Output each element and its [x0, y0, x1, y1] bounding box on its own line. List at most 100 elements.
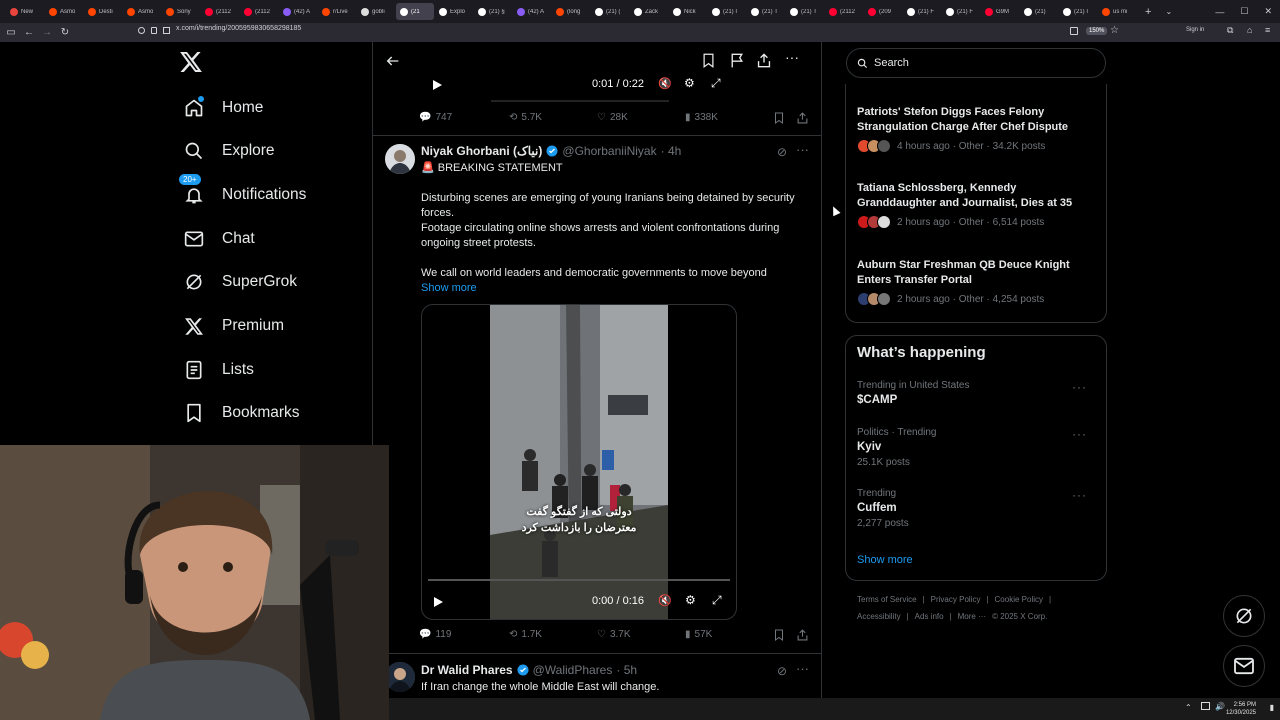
browser-tab[interactable]: (21: [396, 3, 434, 20]
x-logo-icon[interactable]: [180, 52, 202, 72]
author-name[interactable]: Dr Walid Phares: [421, 663, 513, 677]
new-tab-icon[interactable]: +: [1145, 6, 1151, 18]
reader-view-icon[interactable]: [1070, 27, 1078, 35]
avatar[interactable]: [385, 662, 415, 692]
news-item[interactable]: Auburn Star Freshman QB Deuce Knight Ent…: [857, 258, 1097, 306]
nav-item-explore[interactable]: Explore: [176, 131, 279, 171]
more-icon[interactable]: ···: [796, 661, 809, 676]
bookmark-post-button[interactable]: [774, 629, 784, 641]
footer-link-more[interactable]: More ···: [958, 612, 986, 621]
author-handle[interactable]: @WalidPhares: [533, 663, 613, 677]
minimize-icon[interactable]: —: [1215, 7, 1224, 17]
url-bar[interactable]: x.com/i/trending/2005959830658298185: [176, 25, 301, 32]
share-post-button[interactable]: [797, 629, 808, 641]
repost-button[interactable]: ⟲ 1.7K: [509, 629, 542, 640]
search-input[interactable]: Search: [846, 48, 1106, 78]
browser-tab[interactable]: Nick: [669, 3, 707, 20]
video-frame[interactable]: دولتی که از گفتگو گفت معترضان را بازداشت…: [490, 305, 668, 619]
nav-item-home[interactable]: Home: [176, 88, 267, 128]
previous-video-player[interactable]: 0:01 / 0:22 🔇 ⚙ ⤢: [421, 72, 737, 102]
account-icon[interactable]: ⌂: [1247, 25, 1252, 35]
tab-list-icon[interactable]: ⌄: [1165, 7, 1172, 16]
browser-tab[interactable]: Asmo: [45, 3, 83, 20]
shield-icon[interactable]: [138, 27, 145, 34]
grok-icon[interactable]: ⊘: [777, 145, 787, 159]
tray-chevron-icon[interactable]: ⌃: [1185, 703, 1192, 712]
browser-tab[interactable]: (21) T: [786, 3, 824, 20]
avatar[interactable]: [385, 144, 415, 174]
news-item[interactable]: Patriots' Stefon Diggs Faces Felony Stra…: [857, 105, 1097, 153]
post-time[interactable]: · 5h: [616, 663, 637, 677]
reply-button[interactable]: 💬 119: [419, 629, 451, 640]
share-post-button[interactable]: [797, 112, 808, 124]
zoom-level[interactable]: 150%: [1086, 27, 1108, 35]
footer-link-terms[interactable]: Terms of Service: [857, 595, 917, 604]
nav-item-notifications[interactable]: 20+ Notifications: [176, 173, 310, 215]
browser-tab[interactable]: (21): [1020, 3, 1058, 20]
sidebar-toggle-icon[interactable]: ▭: [2, 27, 20, 38]
browser-tab[interactable]: (21) F: [942, 3, 980, 20]
footer-link-ads-info[interactable]: Ads info: [915, 612, 944, 621]
grok-icon[interactable]: ⊘: [777, 664, 787, 678]
extensions-icon[interactable]: ⧉: [1227, 25, 1233, 36]
trend-item[interactable]: Trending in United States $CAMP ···: [857, 380, 1097, 406]
browser-tab[interactable]: (21) (: [591, 3, 629, 20]
browser-tab[interactable]: (21) F: [903, 3, 941, 20]
reload-icon[interactable]: ↻: [56, 27, 74, 38]
nav-item-supergrok[interactable]: SuperGrok: [176, 262, 301, 302]
messages-button[interactable]: [1223, 645, 1265, 687]
browser-tab[interactable]: (21) I: [708, 3, 746, 20]
grok-button[interactable]: [1223, 595, 1265, 637]
browser-tab[interactable]: (2112: [201, 3, 239, 20]
footer-link-privacy[interactable]: Privacy Policy: [931, 595, 981, 604]
news-item[interactable]: Tatiana Schlossberg, Kennedy Granddaught…: [857, 181, 1097, 229]
volume-icon[interactable]: 🔇: [658, 77, 672, 90]
browser-tab[interactable]: us mi: [1098, 3, 1136, 20]
browser-tab[interactable]: r/Live: [318, 3, 356, 20]
browser-tab[interactable]: (2112: [825, 3, 863, 20]
browser-tab[interactable]: Sony: [162, 3, 200, 20]
permissions-icon[interactable]: [163, 27, 170, 34]
more-icon[interactable]: ···: [1072, 380, 1087, 394]
browser-tab[interactable]: (21) §: [474, 3, 512, 20]
browser-tab[interactable]: gobli: [357, 3, 395, 20]
fullscreen-icon[interactable]: ⤢: [712, 593, 722, 608]
browser-tab[interactable]: (2112: [240, 3, 278, 20]
maximize-icon[interactable]: ☐: [1240, 6, 1248, 17]
show-more-link[interactable]: Show more: [421, 282, 477, 294]
menu-icon[interactable]: ≡: [1265, 25, 1270, 35]
author-name[interactable]: Niyak Ghorbani (نیاک): [421, 144, 542, 158]
volume-icon[interactable]: 🔇: [658, 594, 672, 607]
reply-button[interactable]: 💬 747: [419, 112, 452, 123]
system-clock[interactable]: 2:56 PM 12/30/2025: [1226, 701, 1256, 717]
browser-tab[interactable]: Asmo: [123, 3, 161, 20]
trend-item[interactable]: Trending Cuffem 2,277 posts ···: [857, 488, 1097, 529]
sign-in-button[interactable]: Sign in: [1186, 27, 1204, 33]
display-icon[interactable]: [1201, 702, 1210, 710]
views-button[interactable]: ▮ 338K: [685, 112, 718, 123]
views-button[interactable]: ▮ 57K: [685, 629, 712, 640]
flag-icon[interactable]: [730, 53, 744, 68]
browser-tab[interactable]: Desti: [84, 3, 122, 20]
nav-item-premium[interactable]: Premium: [176, 306, 288, 346]
trend-item[interactable]: Politics · Trending Kyiv 25.1K posts ···: [857, 427, 1097, 468]
browser-tab[interactable]: Zack: [630, 3, 668, 20]
close-icon[interactable]: ✕: [1264, 6, 1272, 17]
browser-tab[interactable]: (21) T: [747, 3, 785, 20]
bookmark-icon[interactable]: [702, 53, 715, 68]
like-button[interactable]: ♡ 28K: [597, 112, 628, 123]
more-icon[interactable]: ···: [1072, 488, 1087, 502]
settings-icon[interactable]: ⚙: [684, 76, 695, 90]
browser-tab[interactable]: G9M: [981, 3, 1019, 20]
browser-tab[interactable]: New: [6, 3, 44, 20]
star-icon[interactable]: ☆: [1110, 25, 1119, 36]
like-button[interactable]: ♡ 3.7K: [597, 629, 631, 640]
author-handle[interactable]: @GhorbaniiNiyak: [562, 144, 656, 158]
nav-item-bookmarks[interactable]: Bookmarks: [176, 393, 304, 433]
browser-tab[interactable]: (209: [864, 3, 902, 20]
browser-tab[interactable]: Explo: [435, 3, 473, 20]
browser-tab[interactable]: (42) A: [513, 3, 551, 20]
settings-icon[interactable]: ⚙: [685, 593, 696, 607]
more-icon[interactable]: ···: [796, 142, 809, 157]
play-icon[interactable]: [432, 596, 444, 608]
